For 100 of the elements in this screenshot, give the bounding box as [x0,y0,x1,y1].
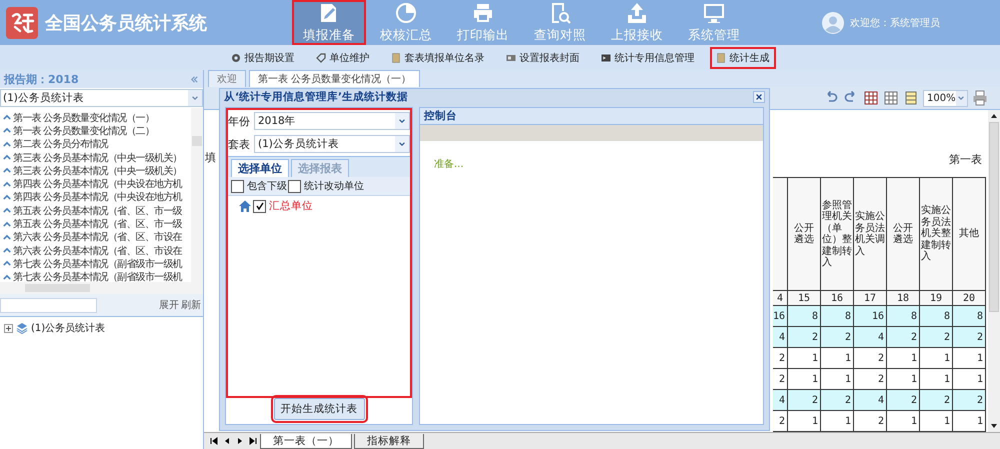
toolbar-link[interactable]: 报告期设置 [226,48,300,68]
toolbar-link[interactable]: 套表填报单位名录 [386,48,490,68]
checkbox-label: 统计改动单位 [304,180,364,193]
sheet-tab[interactable]: 指标解释 [354,434,424,448]
table-cell[interactable]: 2 [886,390,920,410]
table-cell[interactable]: 2 [788,326,820,348]
table-list-item[interactable]: 第七表 公务员基本情况（副省级市一级机 [0,257,191,271]
vertical-scrollbar[interactable] [988,110,1000,432]
table-cell[interactable]: 2 [820,326,854,348]
dialog-tab[interactable]: 选择单位 [231,159,289,177]
table-cell[interactable]: 16 [772,306,788,326]
last-page-button[interactable] [247,435,258,447]
table-set-select[interactable]: (1)公务员统计表 [254,135,410,153]
page-tab[interactable]: 欢迎 [208,70,246,87]
search-field[interactable] [0,298,97,312]
checkbox[interactable] [231,180,244,192]
grid-icon[interactable] [863,90,879,106]
table-list-item[interactable]: 第一表 公务员数量变化情况（一） [0,111,191,124]
table-cell[interactable]: 2 [952,390,986,410]
table-list-item[interactable]: 第四表 公务员基本情况（中央设在地方机 [0,190,191,204]
double-chevron-left-icon [190,74,199,84]
column-number: 17 [854,290,886,306]
checkbox[interactable] [288,180,301,192]
horizontal-scrollbar[interactable] [0,282,203,294]
tree-node[interactable]: (1)公务员统计表 [4,321,199,335]
skip-forward-icon [248,437,256,445]
zoom-select[interactable]: 100% [923,90,968,106]
table-cell[interactable]: 16 [854,306,886,326]
table-cell[interactable]: 2 [920,326,952,348]
scroll-down-icon[interactable] [990,422,998,430]
layers-icon [16,322,28,334]
table-list-item[interactable]: 第二表 公务员分布情况 [0,138,191,151]
table-list-item[interactable]: 第一表 公务员数量变化情况（二） [0,124,191,138]
table-list-item[interactable]: 第七表 公务员基本情况（副省级市一级机 [0,270,191,282]
close-button[interactable] [753,91,765,103]
table-list-item[interactable]: 第六表 公务员基本情况（省、区、市设在 [0,244,191,258]
grid-icon[interactable] [883,90,899,106]
table-list-item[interactable]: 第六表 公务员基本情况（省、区、市设在 [0,230,191,244]
table-cell[interactable]: 8 [886,306,920,326]
toolbar-link[interactable]: 统计生成 [710,48,774,68]
first-page-button[interactable] [208,435,219,447]
expand-icon[interactable] [4,324,13,332]
table-list-item[interactable]: 第五表 公务员基本情况（省、区、市一级 [0,217,191,231]
table-cell[interactable]: 1 [952,348,986,368]
table-cell[interactable]: 2 [854,348,886,368]
avatar-icon [822,12,844,34]
year-select[interactable]: 2018年 [254,112,410,130]
table-cell[interactable]: 8 [820,306,854,326]
card-icon [506,52,516,62]
table-cell[interactable]: 4 [772,390,788,410]
table-cell[interactable]: 4 [854,326,886,348]
column-number: 19 [920,290,952,306]
table-cell[interactable]: 1 [886,348,920,368]
close-icon [755,93,763,101]
table-cell[interactable]: 8 [920,306,952,326]
layout-icon[interactable] [903,90,919,106]
table-list-item[interactable]: 第五表 公务员基本情况（省、区、市一级 [0,204,191,218]
table-list-item[interactable]: 第三表 公务员基本情况（中央一级机关） [0,150,191,164]
checkbox[interactable] [253,200,266,212]
table-cell[interactable]: 2 [788,390,820,410]
home-icon [238,199,252,213]
toolbar-link[interactable]: 单位维护 [310,48,374,68]
chevron-down-icon[interactable] [957,94,966,102]
table-cell[interactable]: 4 [854,390,886,410]
table-cell[interactable]: 8 [788,306,820,326]
scroll-up-icon[interactable] [990,112,998,120]
toolbar-link[interactable]: 统计专用信息管理 [596,48,700,68]
column-header: 公开遴选 [886,178,920,290]
table-cell[interactable]: 2 [772,348,788,368]
table-list-item[interactable]: 第三表 公务员基本情况（中央一级机关） [0,164,191,178]
chevron-down-icon[interactable] [398,140,406,148]
table-cell[interactable]: 2 [820,390,854,410]
chevron-down-icon[interactable] [191,94,199,102]
chevron-down-icon[interactable] [398,117,406,125]
tree-action-link[interactable]: 展开 [159,298,179,312]
year-label: 年份 [228,114,251,128]
printer-icon[interactable] [972,90,988,106]
table-cell[interactable]: 1 [820,348,854,368]
table-cell[interactable]: 2 [886,326,920,348]
tree-action-link[interactable]: 刷新 [181,298,201,312]
toolbar-link[interactable]: 设置报表封面 [500,48,584,68]
column-number: 4 [772,290,788,306]
column-number: 15 [788,290,820,306]
welcome-text: 欢迎您：系统管理员 [850,16,940,30]
table-cell[interactable]: 8 [952,306,986,326]
table-cell[interactable]: 2 [952,326,986,348]
table-cell[interactable]: 2 [920,390,952,410]
unit-label[interactable]: 汇总单位 [269,199,313,213]
sheet-tab[interactable]: 第一表（一） [260,434,352,448]
table-set-select[interactable]: (1)公务员统计表 [0,89,203,107]
skip-back-icon [210,437,218,445]
column-header: 实施公务员法机关整建制转入 [920,178,952,290]
vertical-scrollbar[interactable] [191,108,203,282]
table-cell[interactable]: 1 [920,348,952,368]
table-cell[interactable]: 4 [772,326,788,348]
table-cell[interactable]: 1 [788,348,820,368]
page-tab[interactable]: 第一表 公务员数量变化情况（一） [249,70,420,87]
triangle-left-icon [222,437,230,445]
table-list-item[interactable]: 第四表 公务员基本情况（中央设在地方机 [0,177,191,191]
column-number: 20 [952,290,986,306]
